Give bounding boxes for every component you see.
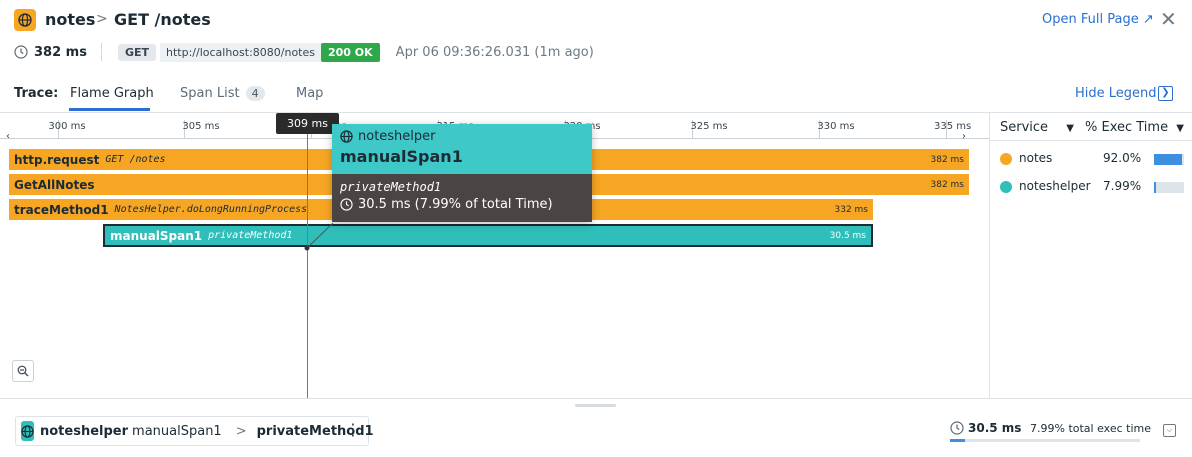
legend-exec-bar-fill: [1154, 154, 1182, 165]
span-duration: 30.5 ms: [829, 230, 866, 241]
span-breadcrumb[interactable]: noteshelper manualSpan1 > privateMethod1…: [15, 416, 374, 446]
globe-icon: [340, 130, 353, 143]
span-count-badge: 4: [245, 86, 265, 101]
chevron-right-icon: >: [235, 423, 247, 439]
span-resource: NotesHelper.doLongRunningProcess: [114, 204, 308, 215]
time-cursor-line: [307, 113, 308, 398]
collapse-panel-icon[interactable]: ⌵: [1163, 424, 1176, 437]
zoom-out-icon: [17, 365, 29, 377]
divider: [100, 43, 102, 61]
request-url: http://localhost:8080/notes: [160, 42, 321, 62]
span-name: http.request: [14, 152, 100, 167]
legend-service-name: noteshelper: [1019, 179, 1091, 193]
span-tooltip: noteshelper manualSpan1 privateMethod1 3…: [332, 124, 592, 222]
span-resource: privateMethod1: [208, 230, 293, 241]
legend-service-pct: 7.99%: [1103, 179, 1142, 193]
footer-duration: 30.5 ms: [950, 421, 1021, 435]
axis-right-arrow-icon: ›: [962, 131, 966, 142]
timestamp: Apr 06 09:36:26.031 (1m ago): [395, 44, 594, 60]
tooltip-header: noteshelper manualSpan1: [332, 124, 592, 174]
span-duration: 382 ms: [930, 154, 965, 165]
http-method-badge: GET: [117, 43, 156, 61]
tick-label: 300 ms: [48, 121, 86, 132]
resource-title: GET /notes: [114, 10, 211, 29]
sort-caret-icon: ▼: [1176, 123, 1184, 134]
tooltip-duration: 30.5 ms (7.99% of total Time): [358, 197, 553, 212]
legend-color-dot: [1000, 153, 1012, 165]
footer-exec-bar-fill: [950, 439, 966, 442]
tick-label: 325 ms: [690, 121, 728, 132]
header: notes > GET /notes Open Full Page ↗ ✕ 38…: [0, 0, 1192, 75]
legend-row-noteshelper[interactable]: noteshelper 7.99%: [990, 177, 1192, 197]
legend-color-dot: [1000, 181, 1012, 193]
legend-panel-icon[interactable]: ❯: [1158, 86, 1173, 101]
active-tab-indicator: [69, 108, 150, 111]
span-duration: 382 ms: [930, 179, 965, 190]
tooltip-body: privateMethod1 30.5 ms (7.99% of total T…: [332, 174, 592, 222]
trace-meta: 382 ms GET http://localhost:8080/notes 2…: [14, 42, 594, 62]
span-duration: 332 ms: [834, 204, 869, 215]
time-cursor-label: 309 ms: [276, 113, 339, 134]
sort-caret-icon: ▼: [1066, 123, 1074, 134]
footer-exec-pct: 7.99% total exec time: [1030, 422, 1151, 435]
tooltip-connector: [304, 223, 334, 251]
tab-flame-graph[interactable]: Flame Graph: [70, 86, 154, 101]
trace-duration: 382 ms: [34, 44, 87, 60]
footer-duration-value: 30.5 ms: [968, 421, 1022, 435]
legend-exec-bar: [1154, 182, 1184, 193]
span-bar-manual-span1[interactable]: manualSpan1 privateMethod1 30.5 ms: [103, 224, 873, 247]
legend-col-service[interactable]: Service ▼: [1000, 120, 1074, 135]
span-detail-footer: noteshelper manualSpan1 > privateMethod1…: [0, 398, 1192, 457]
service-title: notes: [45, 10, 96, 29]
tick-label: 335 ms: [934, 121, 972, 132]
globe-icon: [14, 9, 36, 31]
hide-legend-button[interactable]: Hide Legend: [1075, 86, 1157, 101]
legend-exec-bar-fill: [1154, 182, 1157, 193]
open-full-page-link[interactable]: Open Full Page ↗: [1042, 12, 1154, 27]
span-name: manualSpan1: [110, 228, 203, 243]
trace-label: Trace:: [14, 86, 59, 101]
resize-handle[interactable]: [575, 404, 616, 407]
clock-icon: [340, 198, 353, 211]
legend-service-name: notes: [1019, 151, 1053, 165]
chevron-right-icon: >: [96, 11, 108, 27]
close-icon[interactable]: ✕: [1160, 9, 1177, 29]
legend-exec-bar: [1154, 154, 1184, 165]
tooltip-span-name: manualSpan1: [340, 147, 463, 166]
tooltip-resource: privateMethod1: [340, 180, 442, 194]
span-name: traceMethod1: [14, 202, 109, 217]
tab-span-list[interactable]: Span List 4: [180, 86, 265, 101]
breadcrumb-span: manualSpan1: [132, 423, 222, 439]
globe-icon: [21, 421, 34, 441]
more-options-icon[interactable]: ⋮: [345, 421, 361, 439]
breadcrumb-service: noteshelper: [40, 423, 129, 439]
status-badge: 200 OK: [321, 42, 380, 62]
legend-header: Service ▼ % Exec Time ▼: [990, 113, 1192, 141]
legend-col-exec[interactable]: % Exec Time ▼: [1085, 120, 1184, 135]
zoom-out-button[interactable]: [12, 360, 34, 382]
clock-icon: [14, 45, 28, 59]
external-link-icon: ↗: [1142, 12, 1154, 27]
tick-label: 330 ms: [817, 121, 855, 132]
legend-service-pct: 92.0%: [1103, 151, 1142, 165]
clock-icon: [950, 421, 964, 435]
tooltip-service: noteshelper: [358, 129, 436, 144]
trace-tabs: Trace: Flame Graph Span List 4 Map Hide L…: [0, 80, 1192, 113]
axis-left-arrow-icon: ‹: [6, 131, 10, 142]
tick-label: 305 ms: [182, 121, 220, 132]
legend-row-notes[interactable]: notes 92.0%: [990, 149, 1192, 169]
tab-map[interactable]: Map: [296, 86, 323, 101]
footer-exec-bar: [950, 439, 1140, 442]
legend-panel: Service ▼ % Exec Time ▼ notes 92.0% note…: [989, 113, 1192, 398]
span-resource: GET /notes: [105, 154, 166, 165]
span-name: GetAllNotes: [14, 177, 95, 192]
